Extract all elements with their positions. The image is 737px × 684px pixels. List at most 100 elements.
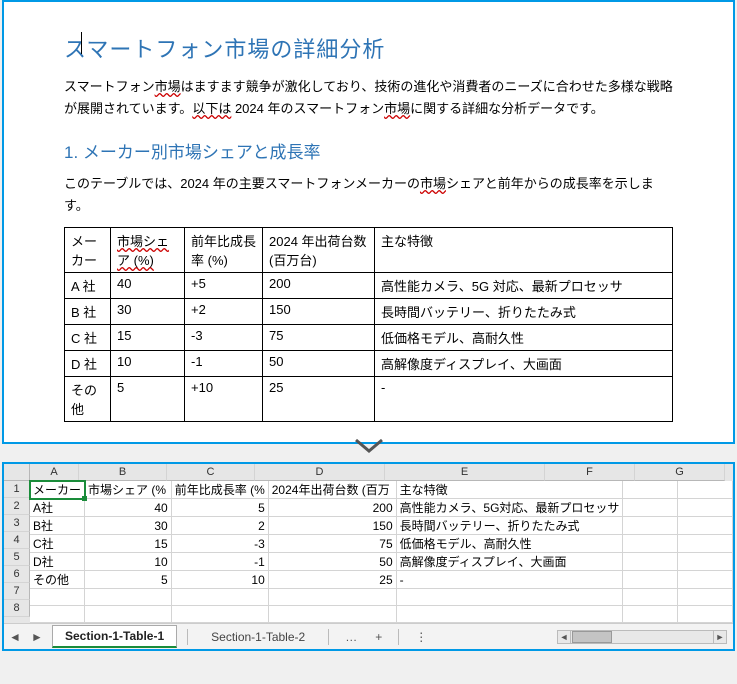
cell[interactable]: 10 [171,571,268,589]
cell-share[interactable]: 5 [111,377,185,422]
cell[interactable] [85,589,172,606]
cell[interactable] [678,535,733,553]
cell[interactable]: 2 [171,517,268,535]
cell[interactable]: 10 [85,553,172,571]
row-header[interactable]: 5 [4,549,30,566]
col-header[interactable]: G [635,464,725,481]
cell[interactable]: 150 [268,517,396,535]
cell[interactable]: 75 [268,535,396,553]
cell[interactable] [171,589,268,606]
row-header[interactable]: 4 [4,532,30,549]
cell[interactable]: 50 [268,553,396,571]
cell[interactable]: 高性能カメラ、5G対応、最新プロセッサ [396,499,623,517]
cell-D1[interactable]: 2024年出荷台数 (百万 [268,481,396,499]
tab-add-button[interactable]: + [369,630,388,644]
row-header[interactable]: 3 [4,515,30,532]
tab-scroll-left-button[interactable]: ◄ [4,630,26,644]
cell[interactable]: 長時間バッテリー、折りたたみ式 [396,517,623,535]
tab-scroll-right-button[interactable]: ► [26,630,48,644]
doc-table[interactable]: メーカー 市場シェア (%) 前年比成長率 (%) 2024 年出荷台数 (百万… [64,227,673,422]
cell[interactable]: 40 [85,499,172,517]
cell-B1[interactable]: 市場シェア (% [85,481,172,499]
col-header[interactable]: F [545,464,635,481]
th-maker[interactable]: メーカー [65,228,111,273]
cell-A1[interactable]: メーカー [30,481,85,499]
cell-share[interactable]: 30 [111,299,185,325]
cell[interactable] [623,481,678,499]
cell[interactable]: 高解像度ディスプレイ、大画面 [396,553,623,571]
th-feature[interactable]: 主な特徴 [375,228,673,273]
cell[interactable]: 15 [85,535,172,553]
scroll-right-icon[interactable]: ► [713,631,726,643]
cell[interactable]: - [396,571,623,589]
scroll-thumb[interactable] [572,631,612,643]
cell[interactable] [268,589,396,606]
cell[interactable] [623,499,678,517]
cell-share[interactable]: 40 [111,273,185,299]
cell-ship[interactable]: 150 [263,299,375,325]
cell[interactable]: 200 [268,499,396,517]
cell[interactable]: A社 [30,499,85,517]
row-header[interactable]: 8 [4,600,30,617]
cell[interactable] [396,606,623,623]
cell[interactable] [678,589,733,606]
cell[interactable]: 5 [171,499,268,517]
cell[interactable]: その他 [30,571,85,589]
cell-ship[interactable]: 50 [263,351,375,377]
cell[interactable]: -1 [171,553,268,571]
th-share[interactable]: 市場シェア (%) [111,228,185,273]
cell[interactable]: -3 [171,535,268,553]
cell-E1[interactable]: 主な特徴 [396,481,623,499]
scroll-left-icon[interactable]: ◄ [558,631,571,643]
col-header[interactable]: E [385,464,545,481]
cell-growth[interactable]: -3 [185,325,263,351]
cell[interactable] [623,535,678,553]
cell-feature[interactable]: 高解像度ディスプレイ、大画面 [375,351,673,377]
cell[interactable] [623,517,678,535]
cell[interactable]: 低価格モデル、高耐久性 [396,535,623,553]
cell-feature[interactable]: 長時間バッテリー、折りたたみ式 [375,299,673,325]
horizontal-scrollbar[interactable]: ◄ ► [557,630,727,644]
cell[interactable] [678,517,733,535]
row-header[interactable]: 2 [4,498,30,515]
col-header[interactable]: A [30,464,79,481]
cell-growth[interactable]: +5 [185,273,263,299]
cell-feature[interactable]: 高性能カメラ、5G 対応、最新プロセッサ [375,273,673,299]
cell-ship[interactable]: 25 [263,377,375,422]
col-header[interactable]: B [79,464,167,481]
cell[interactable] [678,499,733,517]
cell[interactable] [623,553,678,571]
cell-share[interactable]: 15 [111,325,185,351]
cell[interactable]: 25 [268,571,396,589]
cell-growth[interactable]: +10 [185,377,263,422]
cell[interactable] [678,571,733,589]
tab-section1-table1[interactable]: Section-1-Table-1 [52,625,177,648]
select-all-corner[interactable] [4,464,30,481]
spreadsheet-grid[interactable]: メーカー 市場シェア (% 前年比成長率 (% 2024年出荷台数 (百万 主な… [30,481,733,623]
cell-maker[interactable]: C 社 [65,325,111,351]
cell[interactable] [30,606,85,623]
intro-paragraph[interactable]: スマートフォン市場はますます競争が激化しており、技術の進化や消費者のニーズに合わ… [64,76,673,120]
cell[interactable] [268,606,396,623]
cell[interactable] [30,589,85,606]
col-header[interactable]: C [167,464,255,481]
cell[interactable] [171,606,268,623]
cell[interactable] [623,606,678,623]
tab-section1-table2[interactable]: Section-1-Table-2 [198,626,318,647]
th-ship[interactable]: 2024 年出荷台数 (百万台) [263,228,375,273]
cell-maker[interactable]: B 社 [65,299,111,325]
cell[interactable] [678,481,733,499]
th-growth[interactable]: 前年比成長率 (%) [185,228,263,273]
cell[interactable] [678,553,733,571]
cell-feature[interactable]: 低価格モデル、高耐久性 [375,325,673,351]
cell[interactable] [678,606,733,623]
row-header[interactable]: 7 [4,583,30,600]
cell[interactable]: C社 [30,535,85,553]
cell[interactable]: D社 [30,553,85,571]
cell-ship[interactable]: 75 [263,325,375,351]
cell-C1[interactable]: 前年比成長率 (% [171,481,268,499]
cell[interactable] [396,589,623,606]
section1-paragraph[interactable]: このテーブルでは、2024 年の主要スマートフォンメーカーの市場シェアと前年から… [64,173,673,217]
tab-menu-button[interactable]: ⋮ [409,630,433,644]
cell-growth[interactable]: +2 [185,299,263,325]
